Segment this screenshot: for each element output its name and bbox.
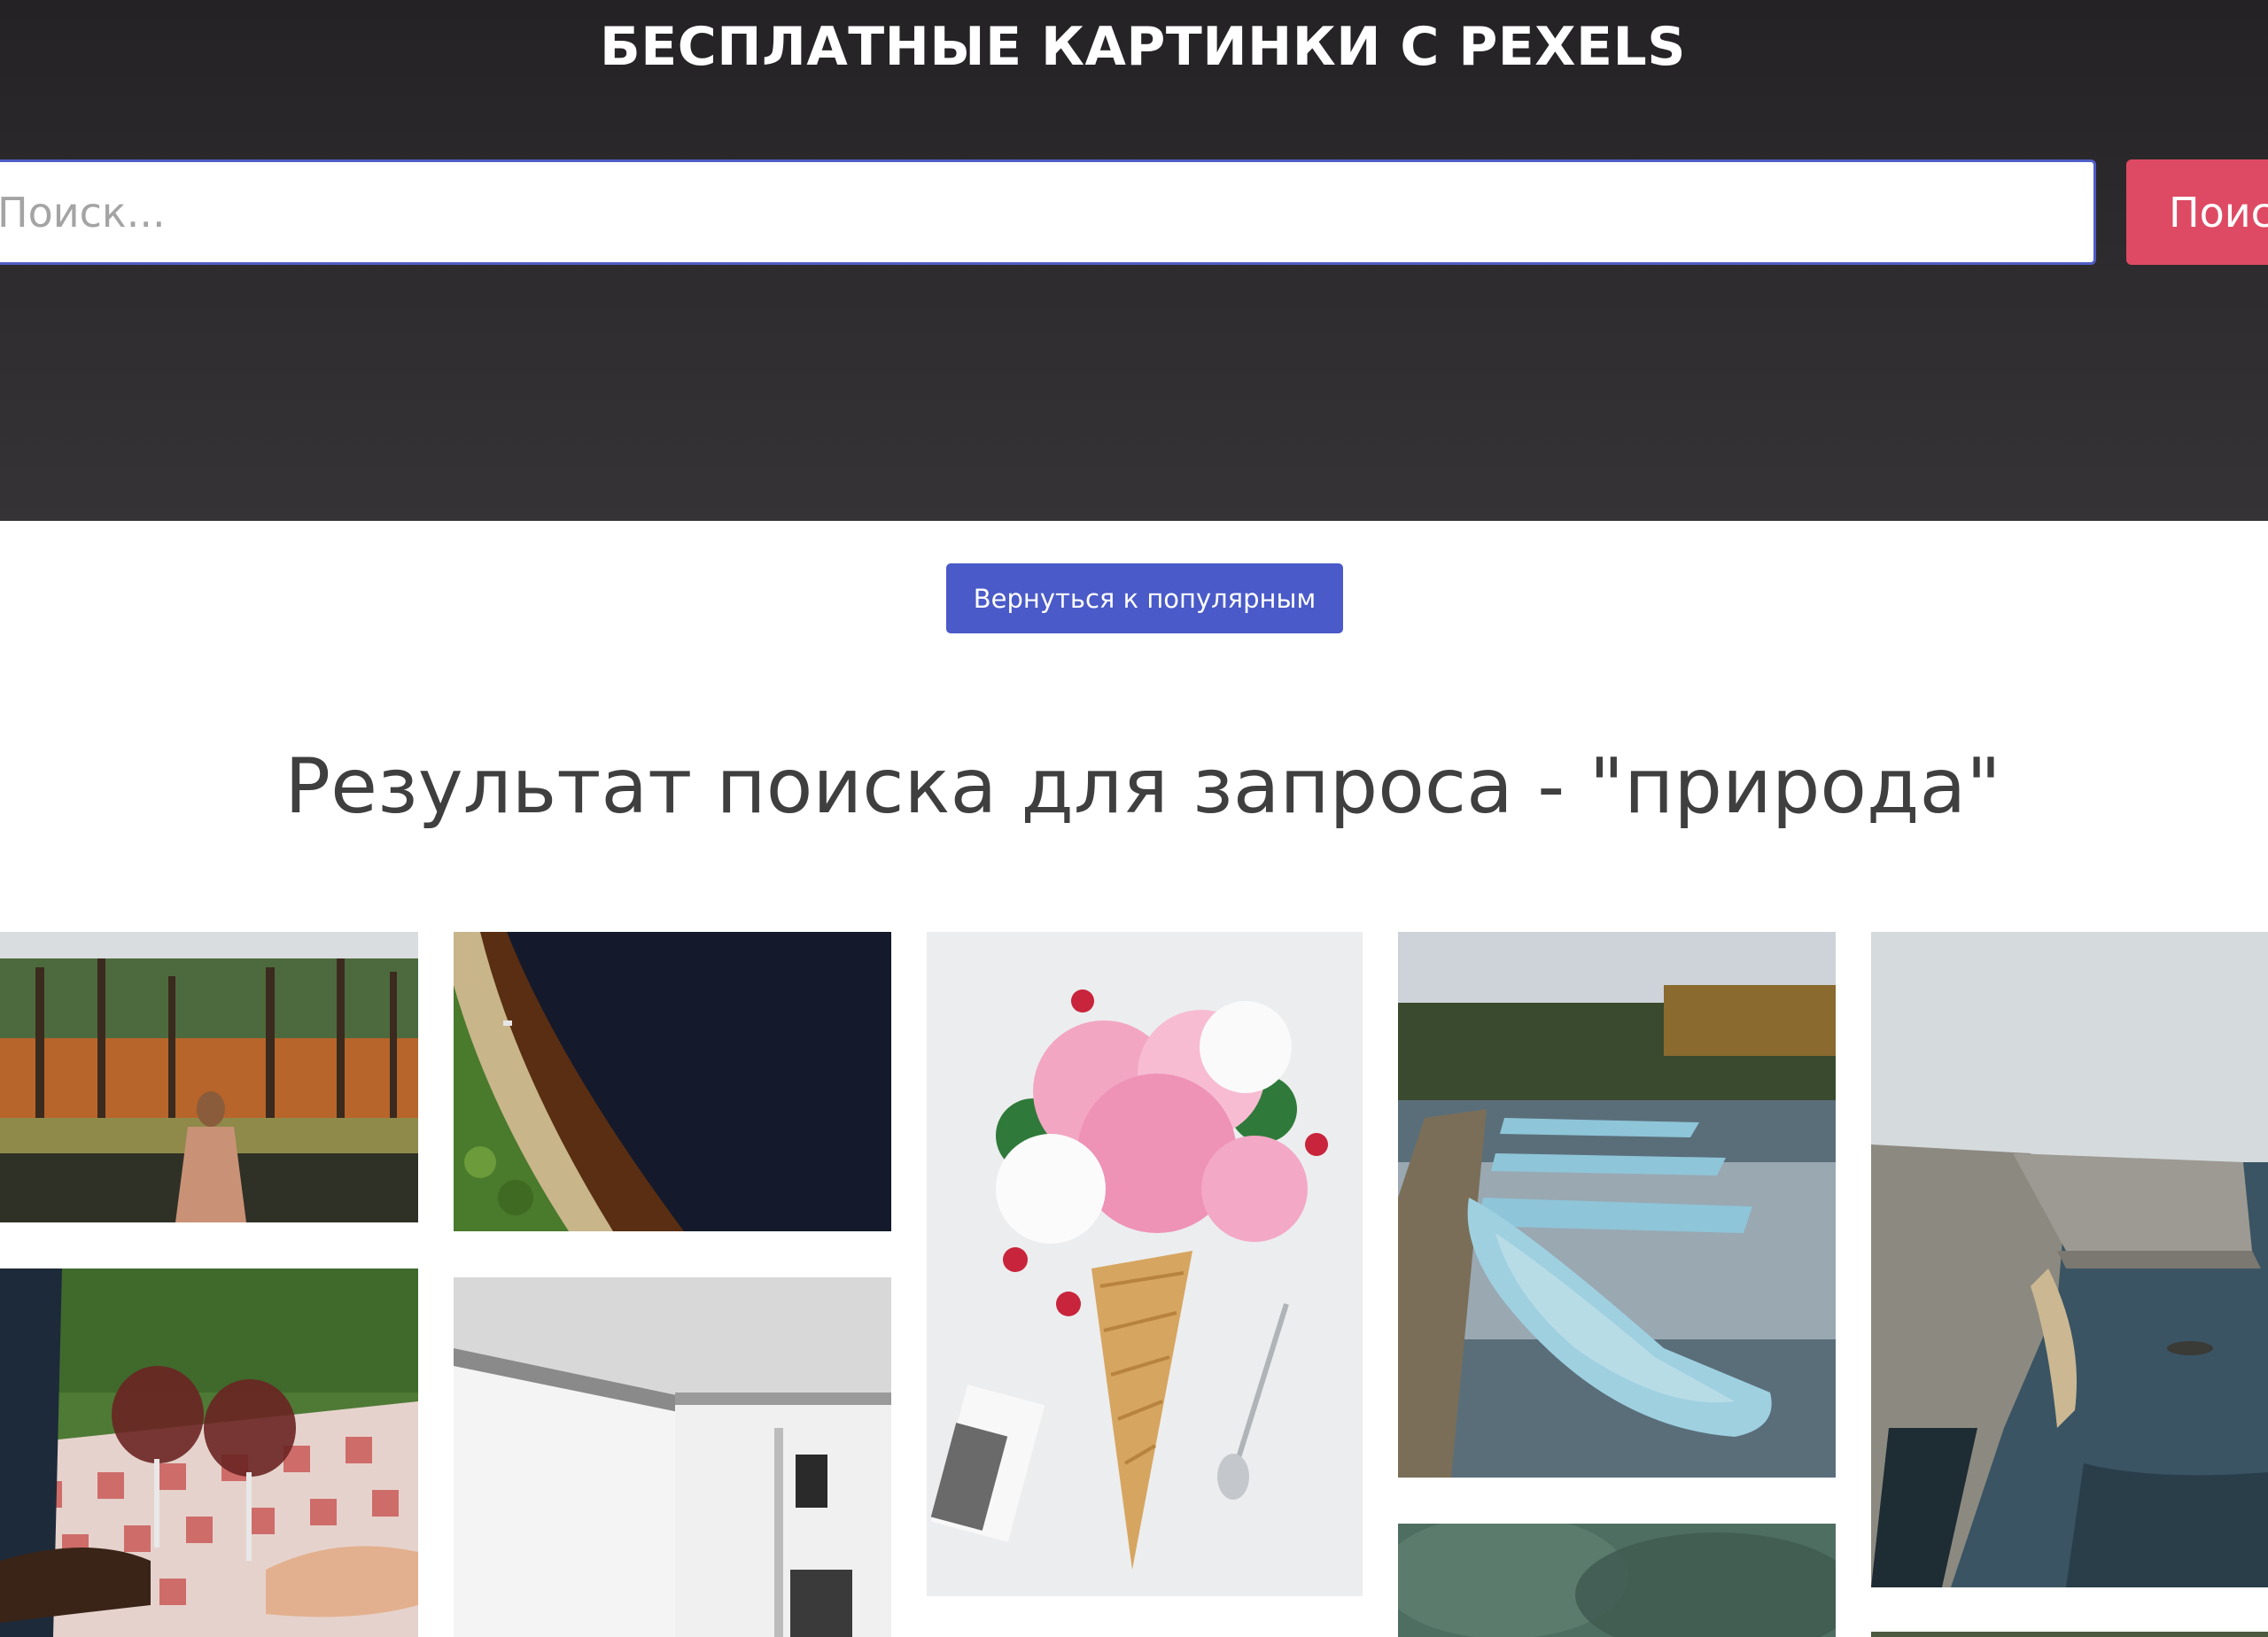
photo-wine-glasses-picnic[interactable] (0, 1268, 418, 1637)
search-input[interactable] (0, 159, 2096, 265)
back-to-popular-button[interactable]: Вернуться к популярным (946, 563, 1343, 633)
photo-peony-ice-cream-cone[interactable] (927, 932, 1363, 1596)
photo-blurred-green-nature[interactable] (1398, 1524, 1836, 1637)
photo-blue-rowboats-on-lake[interactable] (1398, 932, 1836, 1478)
photo-aerial-river-shore[interactable] (454, 932, 891, 1231)
photo-woman-in-autumn-forest[interactable] (0, 932, 418, 1222)
header: БЕСПЛАТНЫЕ КАРТИНКИ С PEXELS Поиск (0, 0, 2268, 521)
photo-sea-cliffs-coast[interactable] (1871, 932, 2268, 1587)
photo-white-building-bw[interactable] (454, 1277, 891, 1637)
search-results-heading: Результат поиска для запроса - "природа" (284, 742, 2001, 831)
page-title: БЕСПЛАТНЫЕ КАРТИНКИ С PEXELS (600, 16, 1686, 78)
photo-green-landscape[interactable] (1871, 1632, 2268, 1637)
search-button[interactable]: Поиск (2126, 159, 2268, 265)
